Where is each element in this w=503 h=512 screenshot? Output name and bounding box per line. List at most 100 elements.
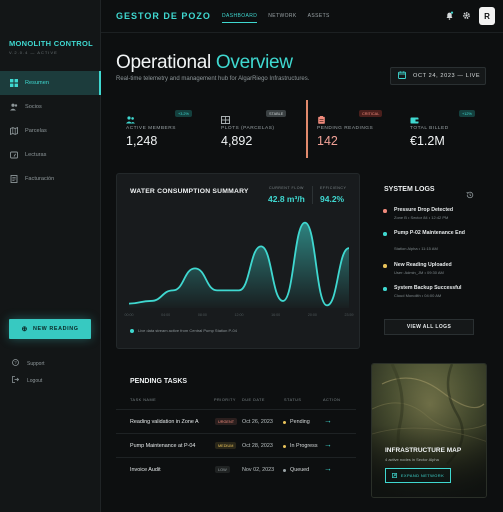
task-name: Reading validation in Zone A [130,419,199,425]
task-status-label: Pending [290,419,310,425]
priority-badge: MEDIUM [215,442,237,449]
chart-legend-text: Live data stream active from Central Pum… [138,328,237,333]
tab-assets[interactable]: ASSETS [308,13,330,23]
map-icon [10,127,18,135]
expand-network-button[interactable]: EXPAND NETWORK [385,468,451,483]
sidebar-item-socios[interactable]: Socios [0,95,101,119]
log-meta: User: Admin_JM • 09:30 AM [394,270,444,275]
wallet-icon [410,111,419,124]
gear-icon[interactable] [462,7,471,25]
map-title: INFRASTRUCTURE MAP [385,447,462,454]
top-bar: GESTOR DE POZO DASHBOARD NETWORK ASSETS … [101,0,503,33]
task-name: Pump Maintenance at P-04 [130,443,196,449]
stat-badge: STABLE [266,110,287,117]
stat-value: €1.2M [410,134,445,148]
logout-label: Logout [27,377,43,384]
task-status: In Progress [283,443,318,449]
sidebar-item-label: Resumen [25,80,49,86]
sidebar-item-lecturas[interactable]: Lecturas [0,143,101,167]
current-flow-label: CURRENT FLOW [269,186,304,190]
sidebar-item-label: Facturación [25,176,55,182]
help-icon: ? [12,359,19,368]
sidebar-item-resumen[interactable]: Resumen [0,71,101,95]
task-status: Queued [283,467,309,473]
infrastructure-map-card: INFRASTRUCTURE MAP 4 active nodes in Sec… [371,363,487,498]
th-due-date: DUE DATE [242,398,265,402]
avatar[interactable]: R [479,7,495,25]
log-title: System Backup Successful [394,285,462,291]
priority-badge: LOW [215,466,230,473]
stat-label: ACTIVE MEMBERS [126,126,176,131]
water-card-title: WATER CONSUMPTION SUMMARY [130,188,249,195]
map-subtitle: 4 active nodes in Sector Alpha [385,457,439,462]
x-tick-label: 12:00 [235,313,244,317]
invoice-icon [10,175,18,183]
history-icon[interactable] [466,186,474,204]
users-icon [10,103,18,111]
system-logs-title: SYSTEM LOGS [384,186,435,193]
chart-legend: Live data stream active from Central Pum… [130,328,237,333]
status-dot [283,444,286,448]
date-selector[interactable]: OCT 24, 2023 — LIVE [390,67,486,85]
log-status-dot [383,232,387,236]
pending-tasks-title: PENDING TASKS [130,378,188,385]
logout-link[interactable]: Logout [12,376,42,385]
task-name: Invoice Audit [130,467,161,473]
critical-divider [306,100,308,158]
page-title: Operational Overview [116,52,293,74]
stat-value: 142 [317,134,338,148]
stat-pending-readings: CRITICAL PENDING READINGS 142 [317,108,385,156]
sidebar: MONOLITH CONTROL V.2.0.4 — ACTIVE Resume… [0,0,101,512]
x-tick-label: 00:00 [125,313,134,317]
stat-badge: CRITICAL [359,110,383,117]
priority-badge: URGENT [215,418,238,425]
th-status: STATUS [284,398,302,402]
status-dot [283,420,286,424]
th-task-name: TASK NAME [130,398,157,402]
arrow-right-icon[interactable]: → [324,464,332,473]
page-subtitle: Real-time telemetry and management hub f… [116,76,310,82]
arrow-right-icon[interactable]: → [324,440,332,449]
tab-network[interactable]: NETWORK [268,13,296,23]
sidebar-item-parcelas[interactable]: Parcelas [0,119,101,143]
bell-icon[interactable] [445,7,454,25]
calendar-icon [398,71,406,81]
current-flow-value: 42.8 m³/h [268,194,305,204]
new-reading-button[interactable]: ⊕ NEW READING [9,319,91,339]
sidebar-item-facturacion[interactable]: Facturación [0,167,101,191]
log-meta: Zone B • Sector 84 • 12:42 PM [394,215,449,220]
task-due-date: Oct 26, 2023 [242,419,273,425]
task-status-label: In Progress [290,443,318,449]
page-title-highlight: Overview [215,52,293,73]
top-tabs: DASHBOARD NETWORK ASSETS [222,13,330,23]
plots-icon [221,111,230,124]
stat-badge: +3.2% [175,110,192,117]
x-tick-label: 16:00 [271,313,280,317]
task-due-date: Nov 02, 2023 [242,467,275,473]
log-status-dot [383,264,387,268]
efficiency-value: 94.2% [320,194,345,204]
stat-value: 4,892 [221,134,253,148]
table-row: Invoice Audit LOW Nov 02, 2023 Queued → [116,458,356,482]
stat-label: PENDING READINGS [317,126,374,131]
table-row: Reading validation in Zone A URGENT Oct 26… [116,410,356,434]
stat-label: TOTAL BILLED [410,126,449,131]
x-tick-label: 04:00 [161,313,170,317]
water-consumption-card: WATER CONSUMPTION SUMMARY CURRENT FLOW 4… [116,173,360,349]
th-priority: PRIORITY [214,398,236,402]
water-consumption-chart: 00:00 04:00 08:00 12:00 16:00 20:00 23:59 [125,221,354,317]
tab-dashboard[interactable]: DASHBOARD [222,13,258,23]
table-row: Pump Maintenance at P-04 MEDIUM Oct 28, 20… [116,434,356,458]
date-label: OCT 24, 2023 — LIVE [413,73,481,79]
efficiency-label: EFFICIENCY [320,186,347,190]
logout-icon [12,376,20,385]
arrow-right-icon[interactable]: → [324,416,332,425]
view-all-logs-button[interactable]: VIEW ALL LOGS [384,319,474,335]
log-title: Pump P-02 Maintenance End [394,230,465,236]
grid-icon [10,79,18,87]
metric-divider [312,186,313,204]
plus-icon: ⊕ [21,326,28,333]
sidebar-item-label: Parcelas [25,128,47,134]
support-link[interactable]: ? Support [12,359,45,368]
x-tick-label: 08:00 [198,313,207,317]
